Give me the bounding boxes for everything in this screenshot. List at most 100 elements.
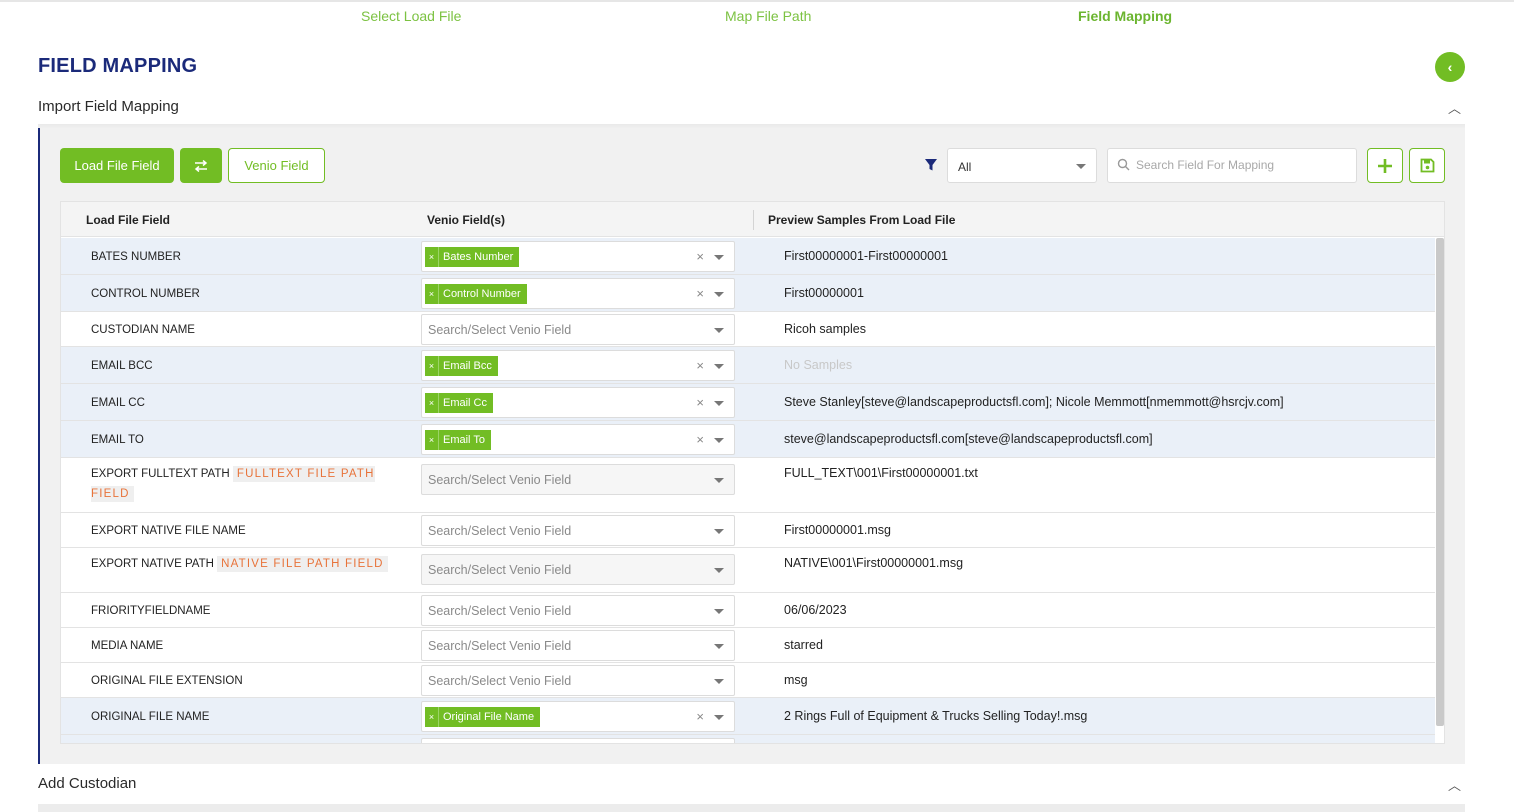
load-file-field-cell: EXPORT NATIVE PATH NATIVE FILE PATH FIEL…: [91, 554, 391, 574]
venio-field-select[interactable]: Search/Select Venio Field: [421, 595, 735, 626]
chevron-down-icon[interactable]: [714, 715, 724, 720]
load-file-field-button[interactable]: Load File Field: [60, 148, 174, 183]
venio-field-button[interactable]: Venio Field: [228, 148, 325, 183]
chevron-down-icon[interactable]: [714, 644, 724, 649]
clear-icon[interactable]: ×: [696, 395, 704, 410]
chevron-down-icon[interactable]: [714, 292, 724, 297]
preview-sample-cell: Steve Stanley[steve@landscapeproductsfl.…: [784, 395, 1284, 409]
venio-field-placeholder: Search/Select Venio Field: [428, 563, 572, 577]
preview-sample-cell: msg: [784, 673, 808, 687]
step-map-file-path[interactable]: Map File Path: [725, 8, 811, 24]
table-row: FRIORITYFIELDNAME Search/Select Venio Fie…: [61, 593, 1435, 628]
venio-field-select[interactable]: Search/Select Venio Field: [421, 314, 735, 345]
header-load-file-field[interactable]: Load File Field: [86, 213, 170, 227]
table-row: ORIGINAL FILE NAME × Original File Name × 2 …: [61, 698, 1435, 735]
step-field-mapping[interactable]: Field Mapping: [1078, 8, 1172, 24]
venio-field-select[interactable]: Search/Select Venio Field: [421, 630, 735, 661]
clear-icon[interactable]: ×: [696, 249, 704, 264]
chevron-down-icon[interactable]: [714, 568, 724, 573]
header-venio-fields[interactable]: Venio Field(s): [427, 213, 505, 227]
clear-icon[interactable]: ×: [696, 286, 704, 301]
remove-chip-icon[interactable]: ×: [425, 356, 439, 376]
preview-sample-cell: FULL_TEXT\001\First00000001.txt: [784, 466, 978, 480]
load-file-field-name: CONTROL NUMBER: [91, 288, 200, 300]
chevron-up-icon[interactable]: ︿: [1448, 775, 1461, 794]
search-icon: [1117, 158, 1130, 171]
top-divider: [0, 0, 1514, 2]
chevron-left-icon: ‹: [1447, 59, 1453, 75]
load-file-field-cell: BATES NUMBER: [91, 247, 391, 267]
collapse-panel-button[interactable]: ‹: [1435, 52, 1465, 82]
venio-field-select[interactable]: × Email Cc ×: [421, 387, 735, 418]
venio-field-select[interactable]: × Original File Name ×: [421, 701, 735, 732]
clear-icon[interactable]: ×: [696, 432, 704, 447]
venio-field-select[interactable]: ×Recognized File Extension×: [421, 738, 735, 743]
chevron-down-icon[interactable]: [714, 438, 724, 443]
stepper: Select Load File Map File Path Field Map…: [0, 8, 1514, 28]
preview-sample-cell: 06/06/2023: [784, 603, 847, 617]
load-file-field-name: ORIGINAL FILE EXTENSION: [91, 675, 243, 687]
preview-sample-cell: starred: [784, 638, 823, 652]
table-row: RECOGNIZED FILE EXTENSION×Recognized Fil…: [61, 735, 1435, 743]
preview-sample-cell: First00000001: [784, 286, 864, 300]
table-row: BATES NUMBER × Bates Number × First00000001-…: [61, 238, 1435, 275]
venio-field-chip: × Email Cc: [425, 393, 494, 413]
table-row: EMAIL BCC × Email Bcc × No Samples: [61, 347, 1435, 384]
section-title-import: Import Field Mapping: [38, 98, 179, 115]
load-file-field-name: EMAIL TO: [91, 434, 144, 446]
add-custodian-header[interactable]: Add Custodian ︿: [38, 775, 1465, 801]
load-file-field-name: EMAIL CC: [91, 397, 145, 409]
chevron-down-icon[interactable]: [714, 529, 724, 534]
search-input[interactable]: [1136, 158, 1346, 172]
venio-field-select[interactable]: Search/Select Venio Field: [421, 665, 735, 696]
chevron-down-icon[interactable]: [714, 478, 724, 483]
chevron-down-icon[interactable]: [714, 401, 724, 406]
venio-field-select[interactable]: Search/Select Venio Field: [421, 515, 735, 546]
chevron-down-icon[interactable]: [714, 255, 724, 260]
header-preview-samples[interactable]: Preview Samples From Load File: [768, 213, 955, 227]
clear-icon[interactable]: ×: [696, 709, 704, 724]
add-button[interactable]: [1367, 148, 1403, 183]
remove-chip-icon[interactable]: ×: [425, 430, 439, 450]
venio-field-chip-label: Original File Name: [443, 711, 535, 723]
venio-field-chip: × Bates Number: [425, 247, 520, 267]
venio-field-select[interactable]: × Control Number ×: [421, 278, 735, 309]
chevron-down-icon[interactable]: [714, 328, 724, 333]
search-field-box[interactable]: [1107, 148, 1357, 183]
venio-field-chip: × Email To: [425, 430, 491, 450]
venio-field-select[interactable]: × Bates Number ×: [421, 241, 735, 272]
clear-icon[interactable]: ×: [696, 358, 704, 373]
venio-field-select[interactable]: Search/Select Venio Field: [421, 554, 735, 585]
chevron-down-icon[interactable]: [714, 364, 724, 369]
load-file-field-name: EXPORT NATIVE PATH: [91, 558, 214, 570]
filter-select[interactable]: All: [947, 148, 1097, 183]
venio-field-placeholder: Search/Select Venio Field: [428, 604, 572, 618]
chevron-up-icon[interactable]: ︿: [1448, 98, 1461, 117]
filter-select-value: All: [958, 160, 972, 174]
chevron-down-icon[interactable]: [714, 679, 724, 684]
import-field-mapping-header[interactable]: Import Field Mapping ︿: [38, 98, 1465, 124]
remove-chip-icon[interactable]: ×: [425, 247, 439, 267]
venio-field-chip: × Email Bcc: [425, 356, 498, 376]
load-file-field-cell: EXPORT FULLTEXT PATH FULLTEXT FILE PATH …: [91, 464, 391, 504]
path-field-badge: NATIVE FILE PATH FIELD: [217, 556, 388, 572]
table-row: EXPORT NATIVE PATH NATIVE FILE PATH FIEL…: [61, 548, 1435, 593]
filter-icon[interactable]: [924, 158, 938, 172]
remove-chip-icon[interactable]: ×: [425, 707, 439, 727]
venio-field-select[interactable]: Search/Select Venio Field: [421, 464, 735, 495]
grid-scrollbar[interactable]: [1436, 238, 1444, 726]
load-file-field-name: EXPORT NATIVE FILE NAME: [91, 525, 246, 537]
preview-sample-cell: No Samples: [784, 358, 853, 372]
step-select-load-file[interactable]: Select Load File: [361, 8, 461, 24]
venio-field-select[interactable]: × Email Bcc ×: [421, 350, 735, 381]
load-file-field-cell: EMAIL TO: [91, 430, 391, 450]
table-row: CONTROL NUMBER × Control Number × First00000…: [61, 275, 1435, 312]
venio-field-placeholder: Search/Select Venio Field: [428, 473, 572, 487]
save-button[interactable]: [1409, 148, 1445, 183]
remove-chip-icon[interactable]: ×: [425, 393, 439, 413]
venio-field-select[interactable]: × Email To ×: [421, 424, 735, 455]
table-row: ORIGINAL FILE EXTENSION Search/Select Ven…: [61, 663, 1435, 698]
chevron-down-icon[interactable]: [714, 609, 724, 614]
swap-button[interactable]: [180, 148, 222, 183]
remove-chip-icon[interactable]: ×: [425, 284, 439, 304]
